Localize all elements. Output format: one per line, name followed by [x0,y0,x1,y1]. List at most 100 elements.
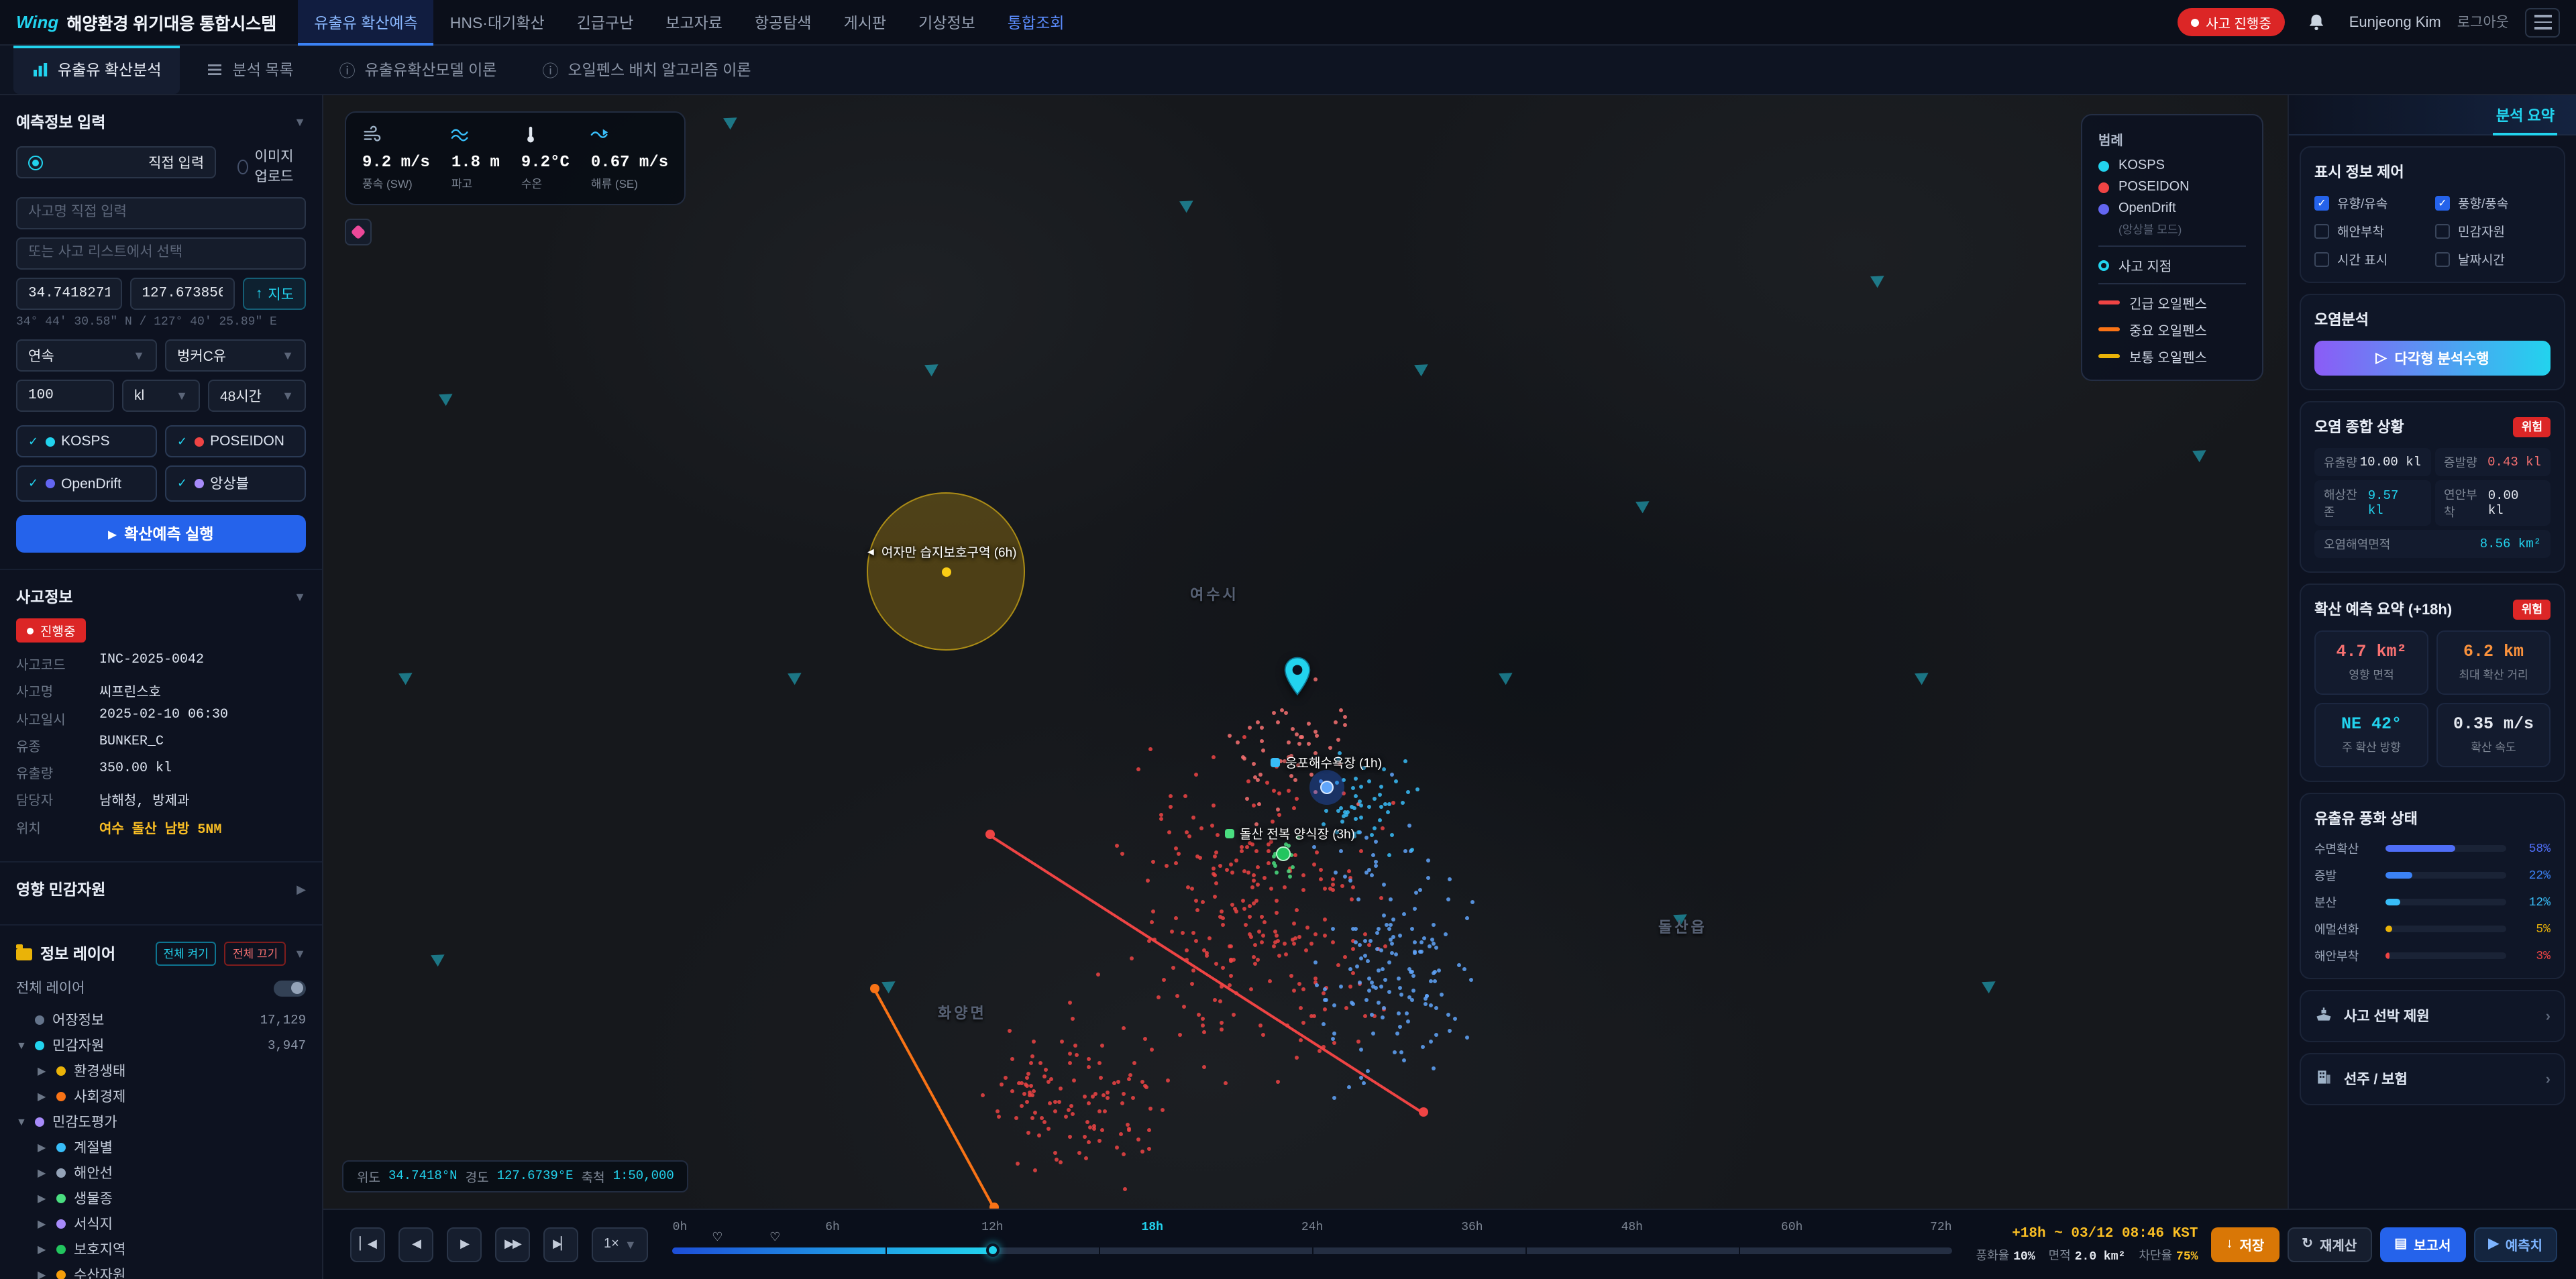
timeline-thumb[interactable] [985,1243,999,1257]
layer-item-fisheries[interactable]: 어장정보17,129 [16,1007,306,1033]
event-marker-icon[interactable]: ♡ [712,1229,722,1244]
checkbox-time[interactable]: ✓시간 표시 [2314,249,2430,268]
event-marker-icon[interactable]: ♡ [769,1229,780,1244]
layer-item-sensitivity-eval[interactable]: ▼민감도평가 [16,1109,306,1135]
tab-analysis-summary[interactable]: 분석 요약 [2493,95,2557,135]
incident-status-badge[interactable]: 사고 진행중 [2178,8,2285,36]
nav-item-aerial[interactable]: 항공탐색 [739,0,828,45]
logout-button[interactable]: 로그아웃 [2457,12,2509,32]
layer-item-habitat[interactable]: ▶서식지 [16,1211,306,1237]
nav-item-spill-forecast[interactable]: 유출유 확산예측 [298,0,434,45]
skip-start-button[interactable]: ▏◀ [350,1227,385,1262]
play-button[interactable]: ▶ [447,1227,482,1262]
polygon-analysis-button[interactable]: ▷다각형 분석수행 [2314,341,2551,376]
checkbox-wind[interactable]: ✓풍향/풍속 [2435,193,2551,212]
spill-type-select[interactable]: 연속▼ [16,339,157,372]
weather-info-panel: 9.2 m/s 풍속 (SW) 1.8 m 파고 9.2°C 수온 [345,111,686,205]
chevron-right-icon: ▶ [38,1269,48,1279]
timeline-slider[interactable]: ♡ ♡ [673,1247,1952,1254]
oil-type-select[interactable]: 벙커C유▼ [165,339,306,372]
recalculate-button[interactable]: ↻재계산 [2287,1227,2371,1262]
step-back-icon: ◀ [412,1237,420,1252]
model-toggle-opendrift[interactable]: ✓OpenDrift [16,465,157,502]
checkbox-current[interactable]: ✓유향/유속 [2314,193,2430,212]
longitude-input[interactable] [129,278,235,310]
nav-item-reports[interactable]: 보고자료 [649,0,739,45]
incident-row: 담당자남해청, 방제과 [16,789,306,810]
layer-item-fishery-resources[interactable]: ▶수산자원 [16,1262,306,1279]
impact-resources-header[interactable]: 영향 민감자원 ▶ [16,868,306,908]
accident-location-pin[interactable] [1283,656,1312,700]
incident-name-input[interactable] [16,197,306,229]
layer-item-socioeconomic[interactable]: ▶사회경제 [16,1084,306,1109]
app-title: 해양환경 위기대응 통합시스템 [66,9,276,35]
latitude-input[interactable] [16,278,121,310]
nav-item-rescue[interactable]: 긴급구난 [561,0,650,45]
save-button[interactable]: ↓저장 [2211,1227,2279,1262]
notifications-button[interactable] [2301,6,2333,38]
all-layers-off-button[interactable]: 전체 끄기 [225,942,286,966]
checkbox-shore[interactable]: ✓해안부착 [2314,221,2430,240]
radio-image-upload[interactable]: 이미지 업로드 [237,146,306,186]
tab-diffusion-analysis[interactable]: 유출유 확산분석 [13,46,180,94]
skip-end-button[interactable]: ▶▏ [543,1227,578,1262]
layer-item-eco[interactable]: ▶환경생태 [16,1058,306,1084]
model-toggle-kosps[interactable]: ✓KOSPS [16,425,157,457]
all-layers-on-button[interactable]: 전체 켜기 [156,942,217,966]
run-prediction-button[interactable]: ▸확산예측 실행 [16,515,306,553]
timeline-fill [673,1247,993,1254]
hamburger-menu-button[interactable] [2525,7,2560,37]
farm-marker-dot[interactable] [1276,846,1291,861]
tab-boom-algorithm-theory[interactable]: ⓘ 오일펜스 배치 알고리즘 이론 [523,46,769,94]
forecast-button[interactable]: ▶예측치 [2473,1227,2557,1262]
checkbox-resources[interactable]: ✓민감자원 [2435,221,2551,240]
tab-model-theory[interactable]: ⓘ 유출유확산모델 이론 [321,46,516,94]
step-back-button[interactable]: ◀ [398,1227,433,1262]
master-layer-toggle[interactable] [274,980,306,996]
ship-spec-section[interactable]: 사고 선박 제원 › [2300,990,2565,1042]
layer-item-sensitive-resources[interactable]: ▼민감자원3,947 [16,1033,306,1058]
nav-item-hns[interactable]: HNS·대기확산 [434,0,561,45]
incident-info-header[interactable]: 사고정보 ▼ [16,575,306,616]
layer-item-protected-area[interactable]: ▶보호지역 [16,1237,306,1262]
beach-label: 웅포해수욕장 (1h) [1271,753,1382,771]
tick-label: 12h [981,1220,1003,1233]
unit-select[interactable]: kl▼ [122,380,200,412]
model-toggle-ensemble[interactable]: ✓앙상블 [165,465,306,502]
incident-status-pill: 진행중 [16,618,86,643]
pick-on-map-button[interactable]: ↑지도 [244,278,306,310]
tab-analysis-list[interactable]: 분석 목록 [189,46,313,94]
check-icon: ✓ [177,476,187,491]
duration-select[interactable]: 48시간▼ [208,380,306,412]
owner-insurance-section[interactable]: 선주 / 보험 › [2300,1053,2565,1105]
layer-item-coastline[interactable]: ▶해안선 [16,1160,306,1186]
layer-item-seasonal[interactable]: ▶계절별 [16,1135,306,1160]
incident-row: 유종BUNKER_C [16,735,306,755]
stat-shoreline: 연안부착0.00 kl [2434,480,2551,526]
radio-direct-input[interactable]: 직접 입력 [16,146,216,178]
nav-item-weather[interactable]: 기상정보 [902,0,991,45]
info-layers-header: 정보 레이어 전체 켜기 전체 끄기 ▼ [16,931,306,974]
danger-badge: 위험 [2514,416,2551,437]
playback-speed-select[interactable]: 1×▼ [592,1227,649,1262]
beach-marker-dot[interactable] [1320,781,1334,794]
nav-item-integrated-search[interactable]: 통합조회 [991,0,1081,45]
report-button[interactable]: ▤보고서 [2379,1227,2465,1262]
chevron-right-icon: ▶ [38,1091,48,1103]
checkbox-datetime[interactable]: ✓날짜시간 [2435,249,2551,268]
status-dot-icon [27,627,34,634]
map-draw-tool-button[interactable] [345,219,372,245]
master-layer-row: 전체 레이어 [16,974,306,1007]
user-name[interactable]: Eunjeong Kim [2349,14,2441,30]
incident-list-input[interactable] [16,237,306,270]
polygon-icon: ▷ [2375,350,2386,366]
map-canvas[interactable]: ◄ 여자만 습지보호구역 (6h) 웅포해수욕장 (1h) [323,95,2288,1208]
layer-item-species[interactable]: ▶생물종 [16,1186,306,1211]
nav-item-board[interactable]: 게시판 [828,0,903,45]
fast-forward-button[interactable]: ▶▶ [495,1227,530,1262]
accident-ring-icon [2098,260,2109,270]
prediction-input-header[interactable]: 예측정보 입력 ▼ [16,101,306,141]
amount-input[interactable] [16,380,114,412]
model-toggle-poseidon[interactable]: ✓POSEIDON [165,425,306,457]
wind-speed-cell: 9.2 m/s 풍속 (SW) [362,125,430,192]
